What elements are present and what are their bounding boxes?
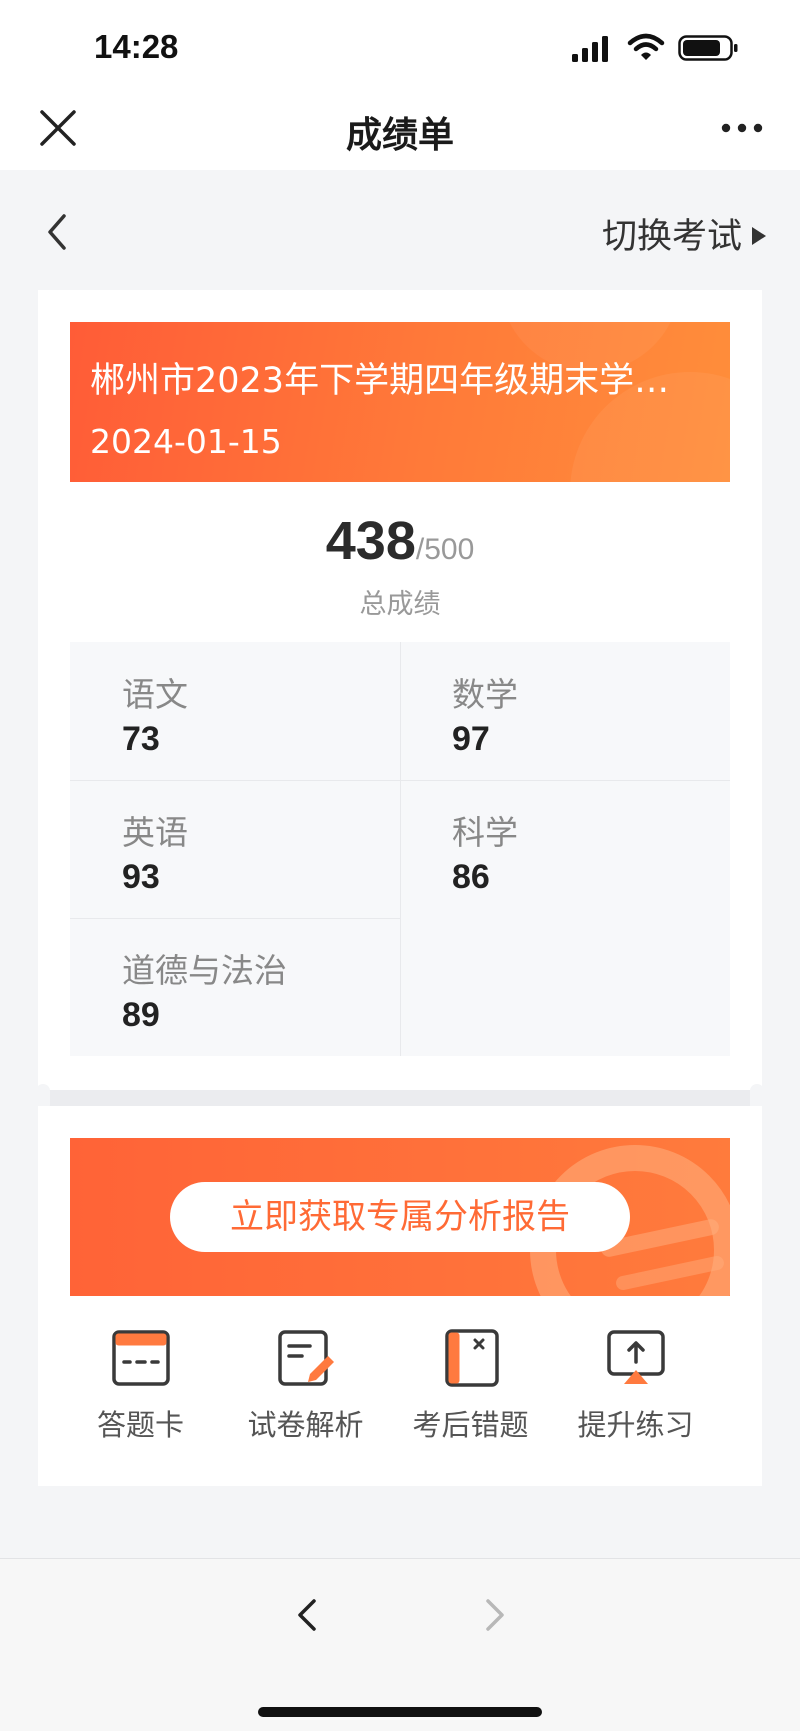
grid-divider [400,642,401,1056]
tool-practice[interactable]: 提升练习 [553,1326,718,1466]
tool-answer-sheet[interactable]: 答题卡 [58,1326,223,1466]
switch-exam-button[interactable]: 切换考试 [602,208,766,259]
tool-label: 试卷解析 [247,1408,364,1442]
wifi-icon [627,33,665,60]
score-card: 郴州市2023年下学期四年级期末学… 2024-01-15 438/500 总成… [38,290,762,1090]
page-title: 成绩单 [345,115,454,156]
status-bar: 14:28 [0,0,800,90]
analysis-promo: 立即获取专属分析报告 [70,1138,730,1296]
subject-name: 道德与法治 [122,951,287,990]
more-icon[interactable] [720,120,764,136]
subject-score: 97 [452,720,490,758]
subject-item: 道德与法治 89 [70,918,400,1056]
subject-score: 89 [122,996,160,1034]
subject-item: 语文 73 [70,642,400,780]
paper-analysis-icon [277,1330,334,1386]
ticket-perforation [36,1084,764,1112]
subject-item: 科学 86 [400,780,730,918]
subject-score: 86 [452,858,490,896]
signal-icon [572,36,608,62]
home-indicator [258,1707,542,1717]
chevron-left-icon[interactable] [292,1595,322,1635]
subject-name: 英语 [122,813,188,852]
subject-score: 73 [122,720,160,758]
grid-divider [70,918,400,919]
chevron-right-icon[interactable] [480,1595,510,1635]
wrong-questions-icon [444,1329,499,1387]
status-icons [570,32,740,62]
tool-wrong-questions[interactable]: 考后错题 [388,1326,553,1466]
battery-icon [678,35,738,61]
triangle-right-icon [752,226,766,245]
total-score: 438/500 [38,510,762,572]
subject-score: 93 [122,858,160,896]
subject-item: 数学 97 [400,642,730,780]
exam-title: 郴州市2023年下学期四年级期末学… [90,361,670,401]
tools-card: 立即获取专属分析报告 答题卡 试卷解析 考后错题 提升练习 [38,1106,762,1486]
exam-date: 2024-01-15 [90,422,282,461]
sub-header: 切换考试 [0,170,800,290]
practice-icon [606,1330,665,1384]
switch-exam-label: 切换考试 [601,217,742,257]
answer-sheet-icon [111,1330,170,1386]
exam-banner: 郴州市2023年下学期四年级期末学… 2024-01-15 [70,322,730,482]
subject-name: 数学 [452,675,518,714]
subject-grid: 语文 73 数学 97 英语 93 科学 86 道德与法治 89 [70,642,730,1056]
chevron-left-icon[interactable] [44,212,68,252]
tool-label: 答题卡 [96,1408,184,1442]
tool-label: 提升练习 [577,1408,694,1442]
tool-paper-analysis[interactable]: 试卷解析 [223,1326,388,1466]
browser-bottom-bar [0,1558,800,1731]
subject-name: 语文 [122,675,188,714]
score-total: /500 [415,533,475,566]
get-report-button[interactable]: 立即获取专属分析报告 [170,1182,630,1252]
score-label: 总成绩 [359,589,441,620]
tool-label: 考后错题 [412,1408,529,1442]
subject-item: 英语 93 [70,780,400,918]
score-value: 438 [325,511,416,571]
subject-name: 科学 [452,813,518,852]
navbar: 成绩单 [0,90,800,170]
status-time: 14:28 [94,28,179,65]
